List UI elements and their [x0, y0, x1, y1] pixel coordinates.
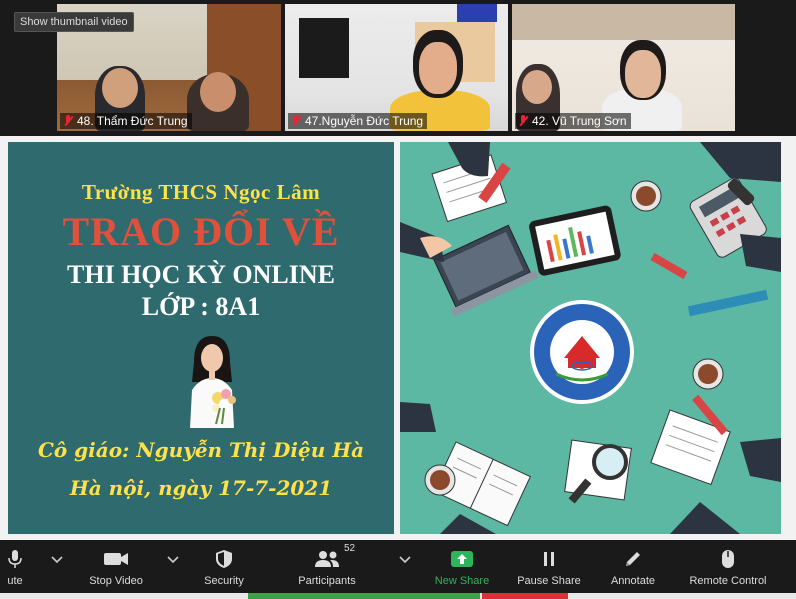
chevron-down-icon	[51, 556, 63, 564]
chevron-down-icon	[167, 556, 179, 564]
participant-tile[interactable]: 47.Nguyễn Đức Trung	[285, 4, 508, 131]
sharing-status-bar	[248, 593, 480, 599]
mouse-icon	[721, 548, 735, 570]
participants-icon	[314, 548, 340, 570]
class-label: LỚP : 8A1	[141, 292, 261, 321]
shield-icon	[215, 548, 233, 570]
chevron-down-icon	[399, 556, 411, 564]
slide-subtitle: THI HỌC KỲ ONLINE	[67, 260, 335, 289]
meeting-toolbar: ute Stop Video Security Participants 52 …	[0, 540, 796, 593]
teacher-portrait	[190, 336, 236, 428]
participant-name-label: 42. Vũ Trung Sơn	[515, 113, 631, 129]
stop-video-button[interactable]: Stop Video	[80, 540, 152, 593]
mute-button[interactable]: ute	[0, 540, 30, 593]
pause-icon	[542, 548, 556, 570]
security-button[interactable]: Security	[196, 540, 252, 593]
video-options-chevron[interactable]	[166, 552, 180, 566]
mic-muted-icon	[518, 115, 528, 127]
slide-title-panel: Trường THCS Ngọc Lâm TRAO ĐỔI VỀ THI HỌC…	[8, 142, 394, 534]
show-thumbnail-video-button[interactable]: Show thumbnail video	[14, 12, 134, 32]
participants-options-chevron[interactable]	[398, 552, 412, 566]
share-arrow-icon	[450, 548, 474, 570]
pencil-icon	[624, 548, 642, 570]
participant-tile[interactable]: 42. Vũ Trung Sơn	[512, 4, 735, 131]
mic-muted-icon	[291, 115, 301, 127]
mic-muted-icon	[63, 115, 73, 127]
school-logo	[530, 300, 634, 404]
audio-options-chevron[interactable]	[50, 552, 64, 566]
stop-share-button[interactable]	[482, 593, 568, 599]
school-name: Trường THCS Ngọc Lâm	[81, 180, 321, 204]
shared-screen[interactable]: Trường THCS Ngọc Lâm TRAO ĐỔI VỀ THI HỌC…	[0, 136, 796, 540]
office-desk-illustration	[400, 142, 781, 534]
participant-name-label: 48. Thẩm Đức Trung	[60, 113, 192, 129]
new-share-button[interactable]: New Share	[428, 540, 496, 593]
annotate-button[interactable]: Annotate	[602, 540, 664, 593]
participants-count-badge: 52	[344, 543, 356, 554]
participant-name-label: 47.Nguyễn Đức Trung	[288, 113, 428, 129]
slide-date: Hà nội, ngày 17-7-2021	[69, 476, 333, 500]
teacher-name: Cô giáo: Nguyễn Thị Diệu Hà	[37, 438, 365, 462]
video-camera-icon	[103, 548, 129, 570]
pause-share-button[interactable]: Pause Share	[514, 540, 584, 593]
video-gallery: Show thumbnail video 48. Thẩm Đức Trung …	[0, 0, 796, 136]
slide-headline: TRAO ĐỔI VỀ	[62, 209, 340, 254]
microphone-icon	[8, 548, 22, 570]
remote-control-button[interactable]: Remote Control	[682, 540, 774, 593]
slide-illustration-panel	[400, 142, 781, 534]
